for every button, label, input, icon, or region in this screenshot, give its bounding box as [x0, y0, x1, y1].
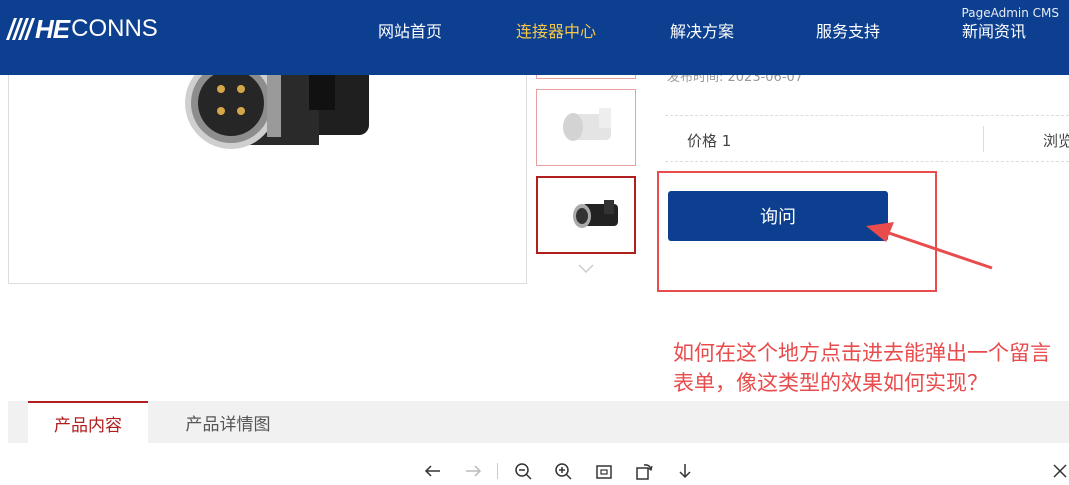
- connector-image-icon: [185, 75, 369, 149]
- product-main-image: [8, 75, 527, 284]
- product-thumbnail-2[interactable]: [536, 89, 636, 166]
- close-viewer-icon[interactable]: [1050, 461, 1069, 481]
- download-icon[interactable]: [675, 461, 695, 481]
- nav-connector-center-fg[interactable]: 连接器中心: [516, 18, 596, 42]
- tab-product-detail-images[interactable]: 产品详情图: [158, 401, 298, 443]
- arrow-left-icon[interactable]: [423, 461, 443, 481]
- nav-solutions-fg[interactable]: 解决方案: [670, 18, 734, 42]
- product-tabs: 产品内容 产品详情图: [8, 401, 1069, 443]
- price-label: 价格 1: [687, 132, 732, 150]
- nav-support-fg[interactable]: 服务支持: [816, 18, 880, 42]
- zoom-out-icon[interactable]: [513, 461, 533, 481]
- fit-icon[interactable]: [594, 461, 614, 481]
- logo-text-fg: CONNS: [71, 15, 158, 42]
- arrow-right-icon[interactable]: [463, 461, 483, 481]
- product-meta-row: 价格 1 浏览: [665, 115, 1069, 162]
- nav-home-fg[interactable]: 网站首页: [378, 18, 442, 42]
- inquiry-button[interactable]: 询问: [668, 191, 888, 241]
- toolbar-divider: [497, 463, 498, 479]
- thumbnail-scroll-down-icon[interactable]: [578, 262, 594, 274]
- connector-thumb-dark-icon: [573, 200, 618, 228]
- browse-count-label: 浏览: [1043, 132, 1069, 150]
- rotate-icon[interactable]: [634, 461, 654, 481]
- logo-bars-icon: [5, 18, 36, 40]
- annotation-arrow-icon: [866, 222, 993, 270]
- header-foreground: HE CONNS 网站首页 连接器中心 解决方案 服务支持 新闻资讯 PageA…: [0, 0, 1069, 75]
- cms-watermark-fg: PageAdmin CMS: [961, 6, 1059, 20]
- site-logo-fg[interactable]: HE CONNS: [5, 13, 158, 44]
- product-thumbnail-3[interactable]: [536, 176, 636, 254]
- meta-divider: [983, 126, 984, 152]
- nav-news-fg[interactable]: 新闻资讯: [962, 18, 1026, 42]
- annotation-question-text: 如何在这个地方点击进去能弹出一个留言表单，像这类型的效果如何实现？: [673, 341, 1051, 395]
- tab-product-content[interactable]: 产品内容: [28, 401, 148, 443]
- zoom-in-icon[interactable]: [553, 461, 573, 481]
- connector-thumb-light-icon: [563, 108, 611, 141]
- logo-mark-fg: HE: [35, 13, 70, 44]
